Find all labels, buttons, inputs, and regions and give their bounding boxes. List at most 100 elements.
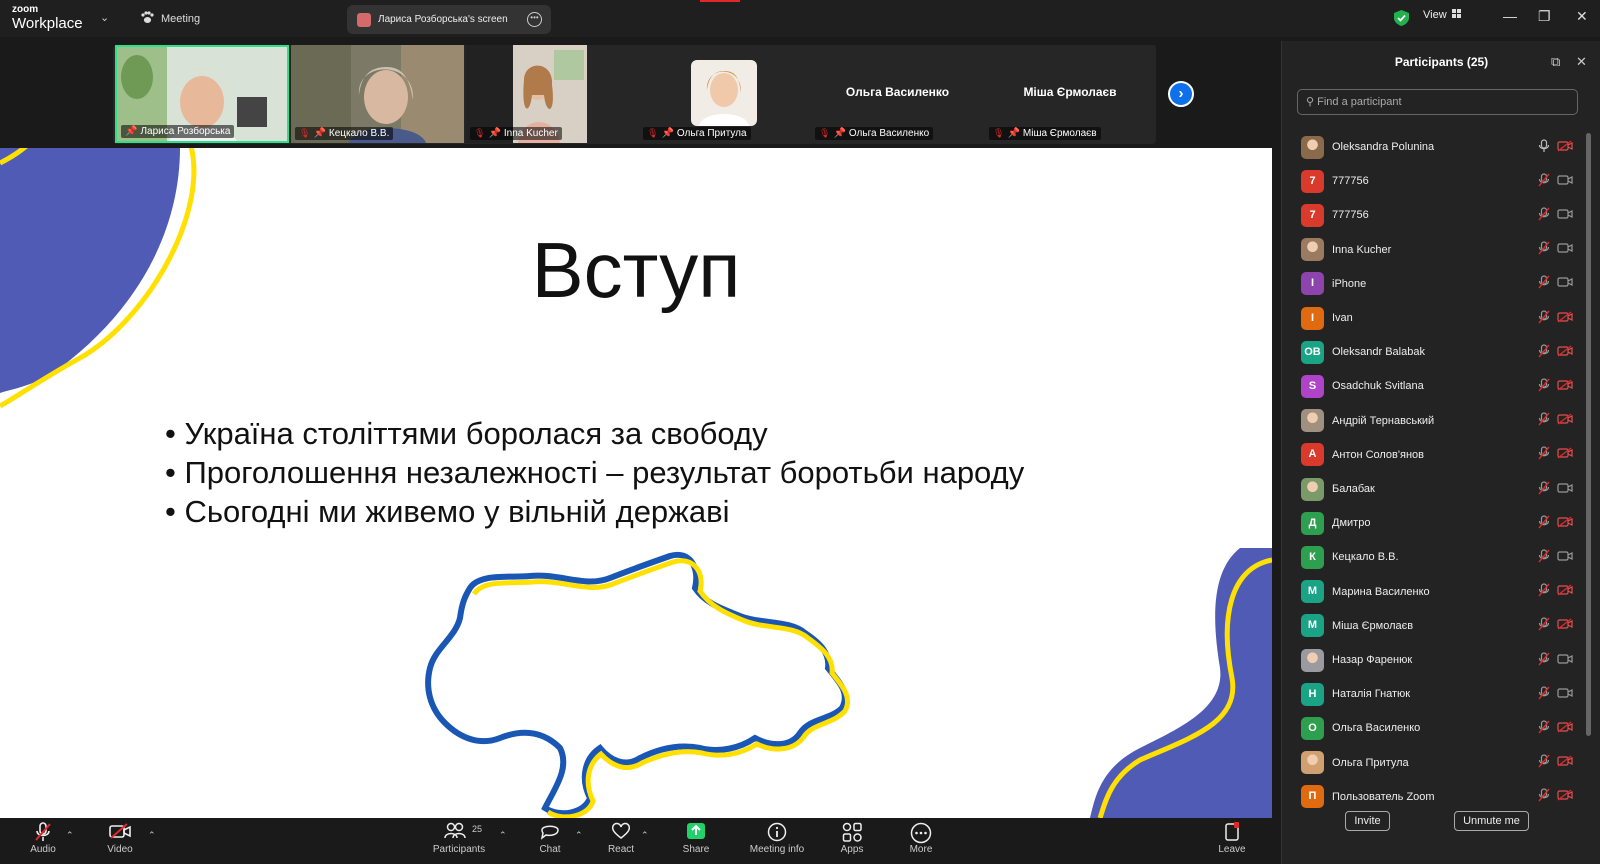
participant-name: Балабак bbox=[1332, 483, 1375, 495]
list-item[interactable]: OB Oleksandr Balabak bbox=[1282, 335, 1582, 369]
screen-tab-label: Лариса Розборська's screen bbox=[378, 14, 508, 25]
audio-options-caret[interactable]: ⌃ bbox=[66, 830, 74, 841]
chevron-down-icon[interactable]: ⌄ bbox=[100, 11, 109, 24]
shield-icon[interactable] bbox=[1394, 10, 1409, 31]
pin-icon: 📌 bbox=[313, 128, 326, 139]
tab-meeting[interactable]: Meeting bbox=[140, 9, 200, 29]
avatar: О bbox=[1301, 716, 1324, 740]
list-item[interactable]: О Ольга Василенко bbox=[1282, 711, 1582, 745]
list-item[interactable]: Андрій Тернавський bbox=[1282, 404, 1582, 438]
avatar: М bbox=[1301, 580, 1324, 604]
chat-button[interactable]: Chat bbox=[520, 822, 580, 855]
list-item[interactable]: 7 777756 bbox=[1282, 164, 1582, 198]
list-item[interactable]: М Міша Єрмолаєв bbox=[1282, 609, 1582, 643]
popout-icon[interactable]: ⧉ bbox=[1551, 54, 1560, 70]
avatar bbox=[1301, 477, 1324, 501]
video-tile[interactable]: Ольга Василенко 🎙 📌 Ольга Василенко bbox=[811, 45, 984, 143]
video-tile[interactable]: Міша Єрмолаєв 🎙 📌 Міша Єрмолаєв bbox=[985, 45, 1155, 143]
mic-muted-icon: 🎙 bbox=[474, 128, 486, 138]
list-item[interactable]: IiPhone bbox=[1282, 267, 1582, 301]
mic-muted-icon bbox=[1538, 446, 1550, 463]
apps-button[interactable]: Apps bbox=[822, 822, 882, 855]
brand-top: zoom bbox=[12, 4, 39, 15]
list-item[interactable]: Д Дмитро bbox=[1282, 506, 1582, 540]
video-icon bbox=[1557, 242, 1573, 257]
participant-name: Oleksandr Balabak bbox=[1332, 346, 1425, 359]
search-input[interactable]: ⚲ Find a participant bbox=[1297, 89, 1578, 115]
zoom-logo[interactable]: zoom Workplace bbox=[12, 4, 83, 32]
chat-options-caret[interactable]: ⌃ bbox=[575, 830, 583, 841]
mic-muted-icon bbox=[1538, 480, 1550, 498]
avatar: OB bbox=[1301, 340, 1324, 364]
list-item[interactable]: Ольга Притула bbox=[1282, 746, 1582, 780]
list-item[interactable]: П Пользователь Zoom bbox=[1282, 780, 1582, 814]
maximize-icon[interactable]: ❐ bbox=[1538, 8, 1551, 25]
mic-muted-icon bbox=[13, 822, 73, 844]
pin-icon: 📌 bbox=[488, 128, 501, 139]
invite-button[interactable]: Invite bbox=[1345, 811, 1390, 831]
mic-muted-icon: 🎙 bbox=[647, 128, 659, 138]
video-tile[interactable]: 🎙 📌 Кецкало В.В. bbox=[291, 45, 464, 143]
avatar: 7 bbox=[1301, 169, 1324, 193]
view-button[interactable]: View bbox=[1423, 9, 1462, 21]
close-icon[interactable]: ✕ bbox=[1576, 54, 1587, 70]
participants-panel: Participants (25) ⧉ ✕ ⚲ Find a participa… bbox=[1281, 41, 1600, 864]
share-button[interactable]: Share bbox=[666, 822, 726, 855]
participant-name: Дмитро bbox=[1332, 517, 1371, 530]
tab-shared-screen[interactable]: Лариса Розборська's screen ••• bbox=[347, 5, 551, 34]
list-item[interactable]: S Osadchuk Svitlana bbox=[1282, 369, 1582, 403]
avatar: I bbox=[1301, 272, 1324, 296]
mic-muted-icon bbox=[1538, 583, 1550, 600]
leave-button[interactable]: Leave bbox=[1202, 822, 1262, 855]
tile-display-name: Ольга Василенко bbox=[845, 85, 950, 99]
video-tile[interactable]: 🎙 📌 Inna Kucher bbox=[466, 45, 587, 143]
mic-muted-icon bbox=[1538, 788, 1550, 805]
video-tile[interactable]: 🎙 📌 Ольга Притула bbox=[639, 45, 809, 143]
avatar bbox=[1301, 135, 1324, 159]
audio-button[interactable]: Audio bbox=[13, 822, 73, 855]
video-icon bbox=[1557, 208, 1573, 223]
unmute-me-button[interactable]: Unmute me bbox=[1454, 811, 1529, 831]
video-options-caret[interactable]: ⌃ bbox=[148, 830, 156, 841]
participant-name: Пользователь Zoom bbox=[1332, 790, 1435, 803]
participant-name: iPhone bbox=[1332, 277, 1367, 290]
video-icon bbox=[1557, 550, 1573, 565]
view-label: View bbox=[1423, 9, 1447, 21]
list-item[interactable]: А Антон Солов'янов bbox=[1282, 438, 1582, 472]
video-tile[interactable]: 📌 Лариса Розборська bbox=[115, 45, 289, 143]
list-item[interactable]: М Марина Василенко bbox=[1282, 575, 1582, 609]
list-item[interactable]: Назар Фаренюк bbox=[1282, 643, 1582, 677]
video-icon bbox=[1557, 653, 1573, 668]
tile-name-label: 🎙 📌 Inna Kucher bbox=[470, 127, 562, 140]
meeting-info-button[interactable]: Meeting info bbox=[747, 822, 807, 855]
mic-muted-icon bbox=[1538, 241, 1550, 258]
next-page-button[interactable]: › bbox=[1168, 81, 1194, 107]
list-item[interactable]: I Ivan bbox=[1282, 301, 1582, 335]
avatar bbox=[1301, 751, 1324, 775]
close-icon[interactable]: ✕ bbox=[1576, 8, 1588, 25]
list-item[interactable]: 7 777756 bbox=[1282, 198, 1582, 232]
slide-title: Вступ bbox=[531, 226, 741, 314]
list-item[interactable]: Inna Kucher bbox=[1282, 233, 1582, 267]
more-options-icon[interactable]: ••• bbox=[527, 12, 542, 27]
list-item[interactable]: К Кецкало В.В. bbox=[1282, 540, 1582, 574]
avatar: Н bbox=[1301, 682, 1324, 706]
paw-icon bbox=[140, 11, 154, 27]
tile-name-label: 🎙 📌 Ольга Притула bbox=[643, 127, 751, 140]
list-item[interactable]: Oleksandra Polunina bbox=[1282, 130, 1582, 164]
video-button[interactable]: Video bbox=[90, 822, 150, 855]
tile-display-name: Міша Єрмолаєв bbox=[1023, 85, 1117, 99]
more-button[interactable]: More bbox=[891, 822, 951, 855]
scrollbar[interactable] bbox=[1586, 133, 1591, 736]
video-off-icon bbox=[1557, 516, 1573, 531]
grid-icon bbox=[1451, 9, 1462, 21]
pin-icon: 📌 bbox=[661, 128, 674, 139]
list-item[interactable]: Балабак bbox=[1282, 472, 1582, 506]
list-item[interactable]: Н Наталія Гнатюк bbox=[1282, 677, 1582, 711]
minimize-icon[interactable]: — bbox=[1503, 8, 1517, 24]
pin-icon: 📌 bbox=[833, 128, 846, 139]
pin-icon: 📌 bbox=[125, 126, 138, 137]
participant-name: Ivan bbox=[1332, 312, 1353, 324]
react-options-caret[interactable]: ⌃ bbox=[641, 830, 649, 841]
participants-options-caret[interactable]: ⌃ bbox=[499, 830, 507, 841]
